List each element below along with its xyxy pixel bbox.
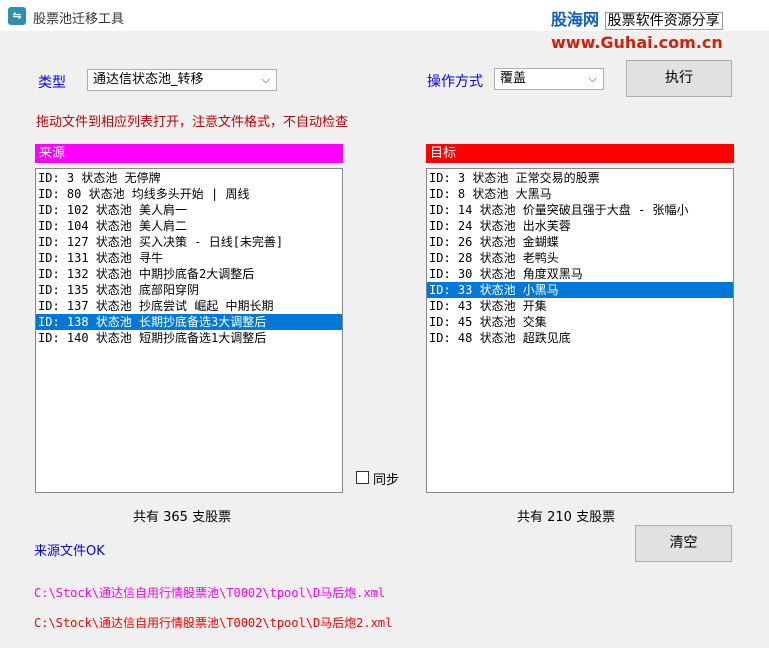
operation-label: 操作方式 — [427, 74, 483, 90]
list-item[interactable]: ID: 138 状态池 长期抄底备选3大调整后 — [36, 314, 342, 330]
list-item[interactable]: ID: 45 状态池 交集 — [427, 314, 733, 330]
target-header: 目标 — [426, 144, 734, 163]
sync-checkbox[interactable] — [356, 471, 369, 484]
window-title: 股票池迁移工具 — [33, 12, 125, 27]
source-count: 共有 365 支股票 — [133, 510, 232, 525]
operation-select-value: 覆盖 — [500, 71, 527, 86]
watermark: 股海网 股票软件资源分享 — [551, 6, 723, 30]
type-select[interactable]: 通达信状态池_转移 ⌵ — [87, 69, 277, 91]
list-item[interactable]: ID: 132 状态池 中期抄底备2大调整后 — [36, 266, 342, 282]
watermark-slogan: 股票软件资源分享 — [604, 12, 723, 30]
list-item[interactable]: ID: 137 状态池 抄底尝试 崛起 中期长期 — [36, 298, 342, 314]
operation-select[interactable]: 覆盖 ⌵ — [494, 68, 604, 90]
list-item[interactable]: ID: 140 状态池 短期抄底备选1大调整后 — [36, 330, 342, 346]
execute-button[interactable]: 执行 — [626, 60, 732, 97]
source-path: C:\Stock\通达信自用行情股票池\T0002\tpool\D马后炮.xml — [34, 586, 386, 600]
sync-label: 同步 — [373, 473, 400, 488]
list-item[interactable]: ID: 127 状态池 买入决策 - 日线[未完善] — [36, 234, 342, 250]
clear-button[interactable]: 清空 — [635, 525, 732, 562]
list-item[interactable]: ID: 3 状态池 无停牌 — [36, 170, 342, 186]
list-item[interactable]: ID: 3 状态池 正常交易的股票 — [427, 170, 733, 186]
status-text: 来源文件OK — [34, 544, 105, 559]
list-item[interactable]: ID: 80 状态池 均线多头开始 | 周线 — [36, 186, 342, 202]
list-item[interactable]: ID: 48 状态池 超跌见底 — [427, 330, 733, 346]
list-item[interactable]: ID: 131 状态池 寻牛 — [36, 250, 342, 266]
target-list[interactable]: ID: 3 状态池 正常交易的股票 ID: 8 状态池 大黑马 ID: 14 状态池… — [426, 168, 734, 493]
watermark-url: www.Guhai.com.cn — [551, 33, 723, 52]
app-icon: ⇋ — [8, 7, 26, 25]
drag-hint: 拖动文件到相应列表打开，注意文件格式，不自动检查 — [36, 115, 349, 130]
list-item[interactable]: ID: 30 状态池 角度双黑马 — [427, 266, 733, 282]
list-item[interactable]: ID: 8 状态池 大黑马 — [427, 186, 733, 202]
target-count: 共有 210 支股票 — [517, 510, 616, 525]
list-item[interactable]: ID: 102 状态池 美人肩一 — [36, 202, 342, 218]
list-item[interactable]: ID: 26 状态池 金蝴蝶 — [427, 234, 733, 250]
type-select-value: 通达信状态池_转移 — [93, 72, 204, 87]
type-label: 类型 — [38, 75, 66, 91]
chevron-down-icon: ⌵ — [588, 72, 597, 85]
source-list[interactable]: ID: 3 状态池 无停牌 ID: 80 状态池 均线多头开始 | 周线 ID: 1… — [35, 168, 343, 493]
list-item[interactable]: ID: 135 状态池 底部阳穿阴 — [36, 282, 342, 298]
list-item[interactable]: ID: 28 状态池 老鸭头 — [427, 250, 733, 266]
list-item[interactable]: ID: 33 状态池 小黑马 — [427, 282, 733, 298]
list-item[interactable]: ID: 14 状态池 价量突破且强于大盘 - 张幅小 — [427, 202, 733, 218]
source-header: 来源 — [35, 144, 343, 163]
list-item[interactable]: ID: 104 状态池 美人肩二 — [36, 218, 342, 234]
list-item[interactable]: ID: 24 状态池 出水芙蓉 — [427, 218, 733, 234]
watermark-brand: 股海网 — [551, 10, 600, 29]
target-path: C:\Stock\通达信自用行情股票池\T0002\tpool\D马后炮2.xm… — [34, 616, 393, 630]
list-item[interactable]: ID: 43 状态池 开集 — [427, 298, 733, 314]
chevron-down-icon: ⌵ — [261, 73, 270, 86]
